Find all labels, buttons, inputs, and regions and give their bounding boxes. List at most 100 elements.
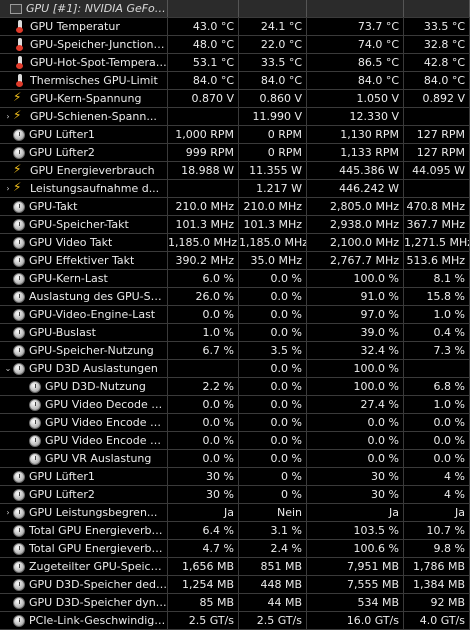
sensor-row[interactable]: GPU VR Auslastung 0.0 % 0.0 % 0.0 % 0.0 % <box>0 450 470 468</box>
sensor-label-cell: GPU Temperatur <box>0 18 168 35</box>
sensor-label: Thermisches GPU-Limit <box>30 74 158 87</box>
gauge-icon <box>13 524 25 537</box>
min-value: 448 MB <box>239 576 307 593</box>
gauge-icon <box>13 488 25 501</box>
sensor-label-cell: GPU Effektiver Takt <box>0 252 168 269</box>
sensor-group-header[interactable]: GPU [#1]: NVIDIA GeFor... <box>0 0 470 18</box>
thermometer-icon <box>13 38 26 51</box>
sensor-label: Zugeteilter GPU-Speicher <box>29 560 167 573</box>
header-col-avg <box>404 0 470 17</box>
gauge-icon <box>13 218 25 231</box>
sensor-row[interactable]: GPU Effektiver Takt 390.2 MHz 35.0 MHz 2,76… <box>0 252 470 270</box>
gauge-icon <box>29 416 41 429</box>
gauge-icon <box>13 542 25 555</box>
min-value: 33.5 °C <box>239 54 307 71</box>
avg-value: 42.8 °C <box>404 54 470 71</box>
sensor-row[interactable]: GPU Lüfter2 999 RPM 0 RPM 1,133 RPM 127 RPM <box>0 144 470 162</box>
max-value: 12.330 V <box>307 108 404 125</box>
max-value: 91.0 % <box>307 288 404 305</box>
expand-chevron-icon[interactable]: › <box>3 504 13 521</box>
current-value: 18.988 W <box>168 162 239 179</box>
collapse-chevron-icon[interactable]: ⌄ <box>3 360 13 377</box>
avg-value: 1.0 % <box>404 306 470 323</box>
sensor-label: GPU Lüfter2 <box>29 488 95 501</box>
sensor-label: GPU Video Decode 0 ... <box>45 398 167 411</box>
max-value: 1,130 RPM <box>307 126 404 143</box>
min-value: 1.217 W <box>239 180 307 197</box>
avg-value: 127 RPM <box>404 126 470 143</box>
current-value: 0.0 % <box>168 414 239 431</box>
sensor-row[interactable]: GPU Lüfter1 1,000 RPM 0 RPM 1,130 RPM 127 RP… <box>0 126 470 144</box>
sensor-row[interactable]: Auslastung des GPU-Spei... 26.0 % 0.0 % 91.… <box>0 288 470 306</box>
sensor-row[interactable]: GPU D3D-Nutzung 2.2 % 0.0 % 100.0 % 6.8 % <box>0 378 470 396</box>
sensor-row[interactable]: GPU Video Encode 0 ... 0.0 % 0.0 % 0.0 % 0.0… <box>0 414 470 432</box>
sensor-label: GPU-Kern-Spannung <box>30 92 142 105</box>
sensor-label-cell: Auslastung des GPU-Spei... <box>0 288 168 305</box>
sensor-label: Total GPU Energieverbra... <box>29 542 167 555</box>
min-value: Nein <box>239 504 307 521</box>
gauge-icon <box>13 290 25 303</box>
min-value: 0.0 % <box>239 288 307 305</box>
sensor-row[interactable]: GPU Video Takt 1,185.0 MHz 1,185.0 MHz 2,10… <box>0 234 470 252</box>
avg-value: 0.0 % <box>404 450 470 467</box>
avg-value <box>404 108 470 125</box>
sensor-row[interactable]: › Leistungsaufnahme d... 1.217 W446.242 W <box>0 180 470 198</box>
lightning-icon <box>13 108 26 124</box>
sensor-row[interactable]: GPU-Takt 210.0 MHz 210.0 MHz 2,805.0 MHz 470… <box>0 198 470 216</box>
max-value: 7,951 MB <box>307 558 404 575</box>
sensor-row[interactable]: Zugeteilter GPU-Speicher 1,656 MB 851 MB 7,… <box>0 558 470 576</box>
current-value: 210.0 MHz <box>168 198 239 215</box>
min-value: 0.0 % <box>239 306 307 323</box>
avg-value <box>404 180 470 197</box>
sensor-row[interactable]: Thermisches GPU-Limit 84.0 °C 84.0 °C 84.0 … <box>0 72 470 90</box>
max-value: 2,938.0 MHz <box>307 216 404 233</box>
sensor-label-cell: GPU Lüfter1 <box>0 468 168 485</box>
sensor-label-cell: GPU-Speicher-Junction-T... <box>0 36 168 53</box>
max-value: 86.5 °C <box>307 54 404 71</box>
min-value: 0.0 % <box>239 396 307 413</box>
sensor-row[interactable]: GPU-Buslast 1.0 % 0.0 % 39.0 % 0.4 % <box>0 324 470 342</box>
sensor-row[interactable]: GPU-Hot-Spot-Temperatur 53.1 °C 33.5 °C 86.… <box>0 54 470 72</box>
avg-value: 7.3 % <box>404 342 470 359</box>
sensor-row[interactable]: ⌄ GPU D3D Auslastungen 0.0 % 100.0 % <box>0 360 470 378</box>
sensor-row[interactable]: GPU D3D-Speicher dedizi... 1,254 MB 448 MB… <box>0 576 470 594</box>
sensor-row[interactable]: GPU D3D-Speicher dyna... 85 MB 44 MB 534 MB… <box>0 594 470 612</box>
min-value: 22.0 °C <box>239 36 307 53</box>
expand-chevron-icon[interactable]: › <box>3 108 13 125</box>
sensor-label-cell: GPU Lüfter1 <box>0 126 168 143</box>
max-value: 30 % <box>307 486 404 503</box>
sensor-row[interactable]: GPU-Kern-Spannung 0.870 V0.860 V1.050 V0.… <box>0 90 470 108</box>
current-value: 0.0 % <box>168 450 239 467</box>
min-value: 2.4 % <box>239 540 307 557</box>
sensor-label-cell: GPU D3D-Nutzung <box>0 378 168 395</box>
sensor-row[interactable]: GPU-Speicher-Takt 101.3 MHz 101.3 MHz 2,938… <box>0 216 470 234</box>
current-value: 0.0 % <box>168 396 239 413</box>
sensor-row[interactable]: GPU-Speicher-Nutzung 6.7 % 3.5 % 32.4 % 7.3 … <box>0 342 470 360</box>
sensor-row[interactable]: GPU Lüfter2 30 % 0 % 30 % 4 % <box>0 486 470 504</box>
sensor-row[interactable]: GPU-Speicher-Junction-T... 48.0 °C 22.0 °C… <box>0 36 470 54</box>
expand-chevron-icon[interactable]: › <box>3 180 13 197</box>
max-value: 97.0 % <box>307 306 404 323</box>
sensor-row[interactable]: GPU Video Decode 0 ... 0.0 % 0.0 % 27.4 % 1.… <box>0 396 470 414</box>
min-value: 35.0 MHz <box>239 252 307 269</box>
current-value: 85 MB <box>168 594 239 611</box>
gauge-icon <box>29 452 41 465</box>
sensor-row[interactable]: GPU Energieverbrauch 18.988 W11.355 W445.… <box>0 162 470 180</box>
avg-value: 84.0 °C <box>404 72 470 89</box>
sensor-row[interactable]: GPU Lüfter1 30 % 0 % 30 % 4 % <box>0 468 470 486</box>
min-value: 0.0 % <box>239 324 307 341</box>
sensor-row[interactable]: Total GPU Energieverbra... 4.7 % 2.4 % 100.… <box>0 540 470 558</box>
sensor-row[interactable]: Total GPU Energieverbra... 6.4 % 3.1 % 103.… <box>0 522 470 540</box>
sensor-row[interactable]: › GPU Leistungsbegren... Ja Nein Ja Ja <box>0 504 470 522</box>
sensor-row[interactable]: PCIe-Link-Geschwindigkeit 2.5 GT/s 2.5 GT/… <box>0 612 470 630</box>
sensor-label: GPU-Hot-Spot-Temperatur <box>30 56 167 69</box>
sensor-row[interactable]: GPU-Video-Engine-Last 0.0 % 0.0 % 97.0 % 1.0… <box>0 306 470 324</box>
sensor-row[interactable]: GPU Temperatur 43.0 °C 24.1 °C 73.7 °C 33.5 … <box>0 18 470 36</box>
min-value: 0 RPM <box>239 126 307 143</box>
sensor-label-cell: GPU Energieverbrauch <box>0 162 168 179</box>
sensor-row[interactable]: GPU-Kern-Last 6.0 % 0.0 % 100.0 % 8.1 % <box>0 270 470 288</box>
current-value: 0.870 V <box>168 90 239 107</box>
sensor-row[interactable]: GPU Video Encode 1 ... 0.0 % 0.0 % 0.0 % 0.0… <box>0 432 470 450</box>
current-value: 30 % <box>168 486 239 503</box>
sensor-row[interactable]: › GPU-Schienen-Spann... 11.990 V12.330 V <box>0 108 470 126</box>
